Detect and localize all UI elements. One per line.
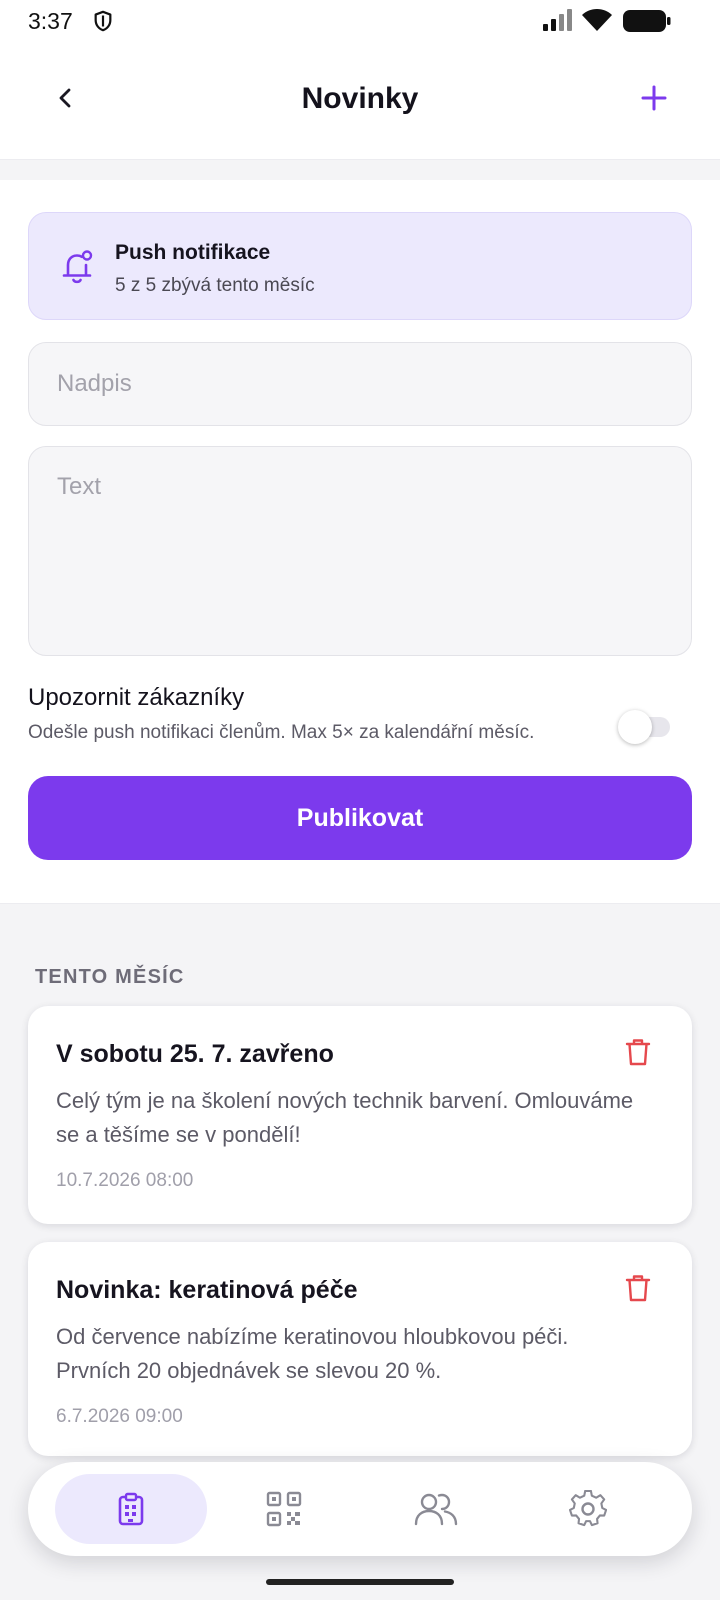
news-title: Novinka: keratinová péče (56, 1276, 358, 1304)
status-time: 3:37 (28, 8, 73, 34)
toggle-thumb (618, 710, 652, 744)
push-notification-card: Push notifikace 5 z 5 zbývá tento měsíc (28, 212, 692, 320)
page-title: Novinky (301, 82, 419, 115)
trash-icon (625, 1275, 651, 1302)
nav-item-members[interactable] (360, 1474, 512, 1544)
shield-icon (94, 10, 112, 32)
news-card[interactable]: Novinka: keratinová péče Od července nab… (28, 1242, 692, 1456)
plus-icon (641, 85, 667, 111)
home-indicator (266, 1579, 454, 1585)
news-date: 10.7.2026 08:00 (56, 1170, 194, 1191)
status-bar: 3:37 (0, 0, 720, 44)
users-icon (414, 1493, 458, 1526)
notify-customers-label: Upozornit zákazníky (28, 684, 245, 711)
signal-icon (543, 9, 572, 31)
trash-icon (625, 1039, 651, 1066)
news-body: Od července nabízíme keratinovou hloubko… (56, 1324, 569, 1383)
notify-customers-description: Odešle push notifikaci členům. Max 5× za… (28, 722, 535, 743)
nav-item-qr[interactable] (208, 1474, 360, 1544)
wifi-icon (582, 9, 612, 31)
text-input[interactable] (28, 446, 692, 656)
nav-item-settings[interactable] (512, 1474, 664, 1544)
push-card-title: Push notifikace (115, 241, 271, 264)
notify-customers-toggle[interactable] (618, 710, 674, 744)
bell-icon (62, 250, 93, 284)
news-date: 6.7.2026 09:00 (56, 1406, 183, 1427)
news-body: Celý tým je na školení nových technik ba… (56, 1088, 634, 1147)
clipboard-icon (118, 1492, 144, 1526)
compose-section: Push notifikace 5 z 5 zbývá tento měsíc … (0, 180, 720, 904)
gear-icon (569, 1490, 607, 1527)
news-card[interactable]: V sobotu 25. 7. zavřeno Celý tým je na š… (28, 1006, 692, 1224)
app-header: Novinky (0, 44, 720, 160)
push-card-remaining: 5 z 5 zbývá tento měsíc (115, 275, 315, 296)
news-title: V sobotu 25. 7. zavřeno (56, 1040, 334, 1068)
nav-item-news[interactable] (55, 1474, 207, 1544)
qr-code-icon (266, 1491, 302, 1527)
battery-icon (623, 10, 671, 32)
delete-button[interactable] (620, 1034, 656, 1070)
add-button[interactable] (632, 76, 676, 120)
title-input[interactable] (28, 342, 692, 426)
section-label-this-month: TENTO MĚSÍC (35, 966, 185, 988)
delete-button[interactable] (620, 1270, 656, 1306)
screen: 3:37 Novinky Push notifikace 5 z 5 zbývá… (0, 0, 720, 1600)
publish-button[interactable]: Publikovat (28, 776, 692, 860)
